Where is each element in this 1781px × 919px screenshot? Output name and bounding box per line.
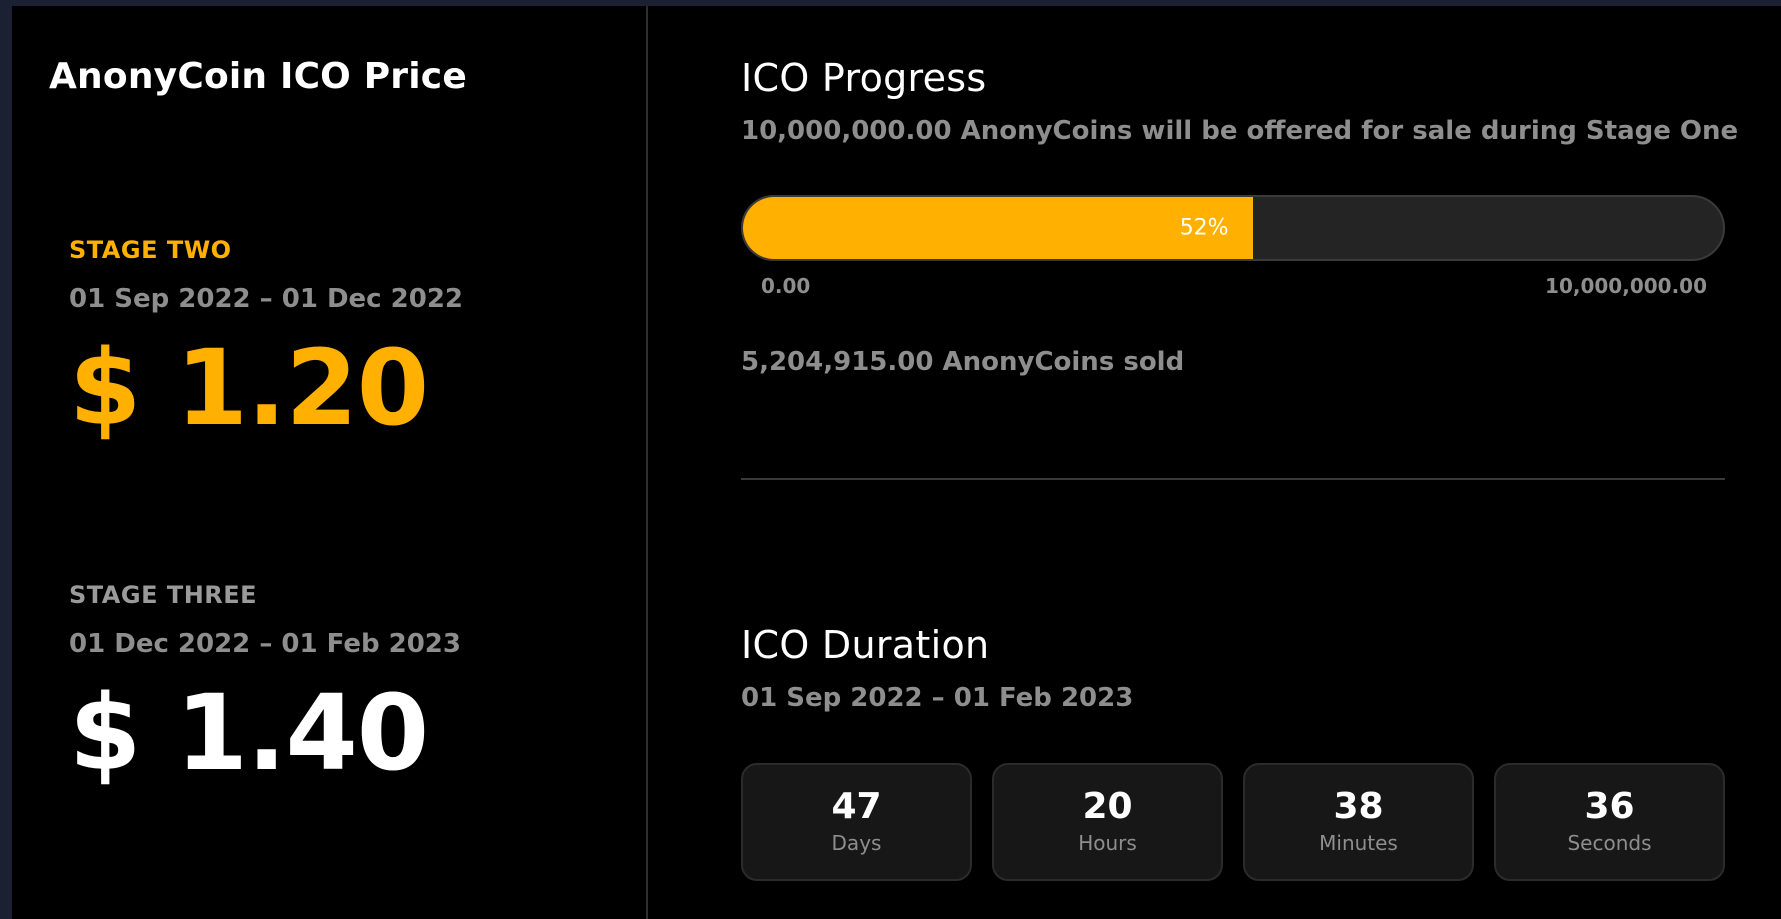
progress-percent: 52%	[1179, 215, 1229, 241]
stage-two-price: $ 1.20	[69, 327, 429, 449]
sold-amount: 5,204,915.00 AnonyCoins sold	[741, 347, 1185, 377]
progress-max-label: 10,000,000.00	[1545, 274, 1707, 298]
progress-bar-fill: 52%	[743, 197, 1253, 259]
stage-three-dates: 01 Dec 2022 – 01 Feb 2023	[69, 629, 461, 659]
section-divider	[741, 478, 1725, 480]
ico-details-panel: ICO Progress 10,000,000.00 AnonyCoins wi…	[741, 6, 1738, 919]
countdown-minutes-unit: Minutes	[1319, 830, 1398, 855]
duration-title: ICO Duration	[741, 623, 990, 667]
progress-subtitle: 10,000,000.00 AnonyCoins will be offered…	[741, 116, 1739, 146]
stage-two-dates: 01 Sep 2022 – 01 Dec 2022	[69, 284, 463, 314]
countdown-hours-unit: Hours	[1078, 830, 1137, 855]
progress-title: ICO Progress	[741, 56, 987, 100]
countdown-days: 47 Days	[741, 763, 972, 881]
countdown-hours: 20 Hours	[992, 763, 1223, 881]
countdown-minutes-value: 38	[1333, 786, 1384, 827]
countdown-minutes: 38 Minutes	[1243, 763, 1474, 881]
countdown-seconds-value: 36	[1584, 786, 1635, 827]
price-panel-title: AnonyCoin ICO Price	[49, 56, 467, 97]
price-panel: AnonyCoin ICO Price STAGE TWO 01 Sep 202…	[12, 6, 648, 919]
countdown-days-unit: Days	[831, 830, 882, 855]
stage-three-label: STAGE THREE	[69, 581, 258, 609]
countdown-days-value: 47	[831, 786, 882, 827]
countdown-seconds-unit: Seconds	[1567, 830, 1652, 855]
countdown-hours-value: 20	[1082, 786, 1133, 827]
progress-bar: 52%	[741, 195, 1725, 261]
countdown-seconds: 36 Seconds	[1494, 763, 1725, 881]
stage-two-block: STAGE TWO 01 Sep 2022 – 01 Dec 2022 $ 1.…	[69, 236, 463, 440]
ico-widget: AnonyCoin ICO Price STAGE TWO 01 Sep 202…	[12, 6, 1781, 919]
duration-dates: 01 Sep 2022 – 01 Feb 2023	[741, 683, 1134, 713]
stage-three-price: $ 1.40	[69, 672, 429, 794]
stage-two-label: STAGE TWO	[69, 236, 232, 264]
stage-three-block: STAGE THREE 01 Dec 2022 – 01 Feb 2023 $ …	[69, 581, 461, 785]
countdown-timer: 47 Days 20 Hours 38 Minutes 36 Seconds	[741, 763, 1725, 881]
progress-min-label: 0.00	[761, 274, 811, 298]
